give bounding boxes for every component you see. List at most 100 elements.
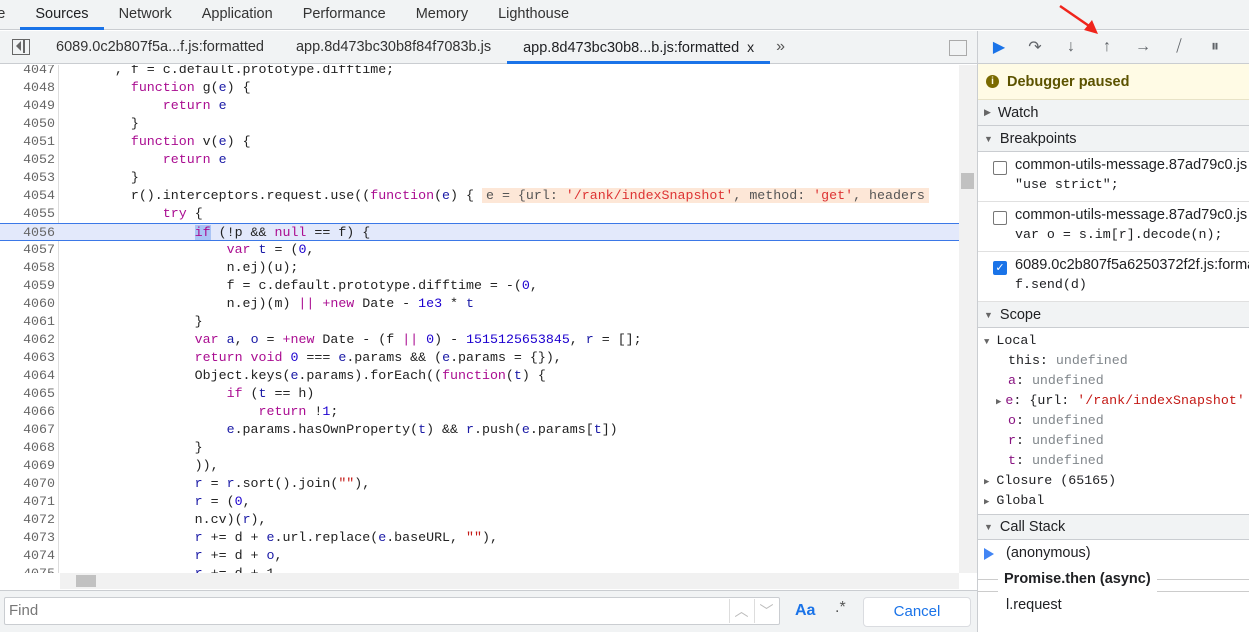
- line-number[interactable]: 4061: [0, 313, 55, 331]
- deactivate-breakpoints-icon[interactable]: ⧸: [1168, 38, 1190, 56]
- code-line[interactable]: 4069 )),: [0, 457, 959, 475]
- tab-memory[interactable]: Memory: [401, 0, 483, 30]
- tab-sources[interactable]: Sources: [20, 0, 104, 30]
- more-tabs-icon[interactable]: »: [770, 38, 791, 56]
- code-line[interactable]: 4068 }: [0, 439, 959, 457]
- call-frame[interactable]: l.request: [978, 592, 1249, 618]
- code-line[interactable]: 4062 var a, o = +new Date - (f || 0) - 1…: [0, 331, 959, 349]
- horizontal-scrollbar[interactable]: [60, 573, 959, 589]
- find-next-icon[interactable]: ﹀: [754, 599, 778, 623]
- tab-console[interactable]: ole: [0, 0, 20, 30]
- step-into-icon[interactable]: ↓: [1060, 38, 1082, 56]
- line-number[interactable]: 4062: [0, 331, 55, 349]
- code-line[interactable]: 4053 }: [0, 169, 959, 187]
- line-number[interactable]: 4075: [0, 565, 55, 573]
- line-number[interactable]: 4059: [0, 277, 55, 295]
- line-number[interactable]: 4058: [0, 259, 55, 277]
- code-line[interactable]: 4048 function g(e) {: [0, 79, 959, 97]
- line-number[interactable]: 4048: [0, 79, 55, 97]
- breakpoint-checkbox-checked[interactable]: ✓: [993, 261, 1007, 275]
- breakpoint-item[interactable]: common-utils-message.87ad79c0.js "use str…: [978, 152, 1249, 202]
- watch-section[interactable]: ▶ Watch: [978, 100, 1249, 126]
- code-line[interactable]: 4070 r = r.sort().join(""),: [0, 475, 959, 493]
- line-number[interactable]: 4057: [0, 241, 55, 259]
- regex-button[interactable]: .*: [835, 599, 846, 617]
- breakpoints-section[interactable]: ▼ Breakpoints: [978, 126, 1249, 152]
- line-number[interactable]: 4055: [0, 205, 55, 223]
- scope-variable[interactable]: this: undefined: [978, 351, 1249, 371]
- scroll-thumb[interactable]: [76, 575, 96, 587]
- scope-closure[interactable]: ▶ Closure (65165): [978, 471, 1249, 491]
- code-line[interactable]: 4071 r = (0,: [0, 493, 959, 511]
- step-icon[interactable]: →: [1132, 38, 1154, 56]
- code-line[interactable]: 4050 }: [0, 115, 959, 133]
- vertical-scrollbar[interactable]: [959, 65, 977, 573]
- line-number[interactable]: 4071: [0, 493, 55, 511]
- scope-global[interactable]: ▶ Global: [978, 491, 1249, 511]
- toggle-debugger-icon[interactable]: [949, 40, 967, 56]
- line-number[interactable]: 4070: [0, 475, 55, 493]
- line-number[interactable]: 4068: [0, 439, 55, 457]
- code-editor[interactable]: 4047 , f = c.default.prototype.difftime;…: [0, 65, 959, 573]
- line-number[interactable]: 4050: [0, 115, 55, 133]
- line-number[interactable]: 4072: [0, 511, 55, 529]
- scope-section[interactable]: ▼ Scope: [978, 302, 1249, 328]
- breakpoint-item[interactable]: ✓ 6089.0c2b807f5a6250372f2f.js:formatted f…: [978, 252, 1249, 302]
- code-line[interactable]: 4067 e.params.hasOwnProperty(t) && r.pus…: [0, 421, 959, 439]
- toggle-navigator-icon[interactable]: [12, 39, 30, 55]
- scope-variable[interactable]: o: undefined: [978, 411, 1249, 431]
- code-line[interactable]: 4064 Object.keys(e.params).forEach((func…: [0, 367, 959, 385]
- code-line[interactable]: 4075 r += d + 1: [0, 565, 959, 573]
- code-line[interactable]: 4065 if (t == h): [0, 385, 959, 403]
- cancel-button[interactable]: Cancel: [863, 597, 971, 627]
- find-previous-icon[interactable]: ︿: [729, 599, 753, 623]
- code-line[interactable]: 4049 return e: [0, 97, 959, 115]
- line-number[interactable]: 4073: [0, 529, 55, 547]
- line-number[interactable]: 4054: [0, 187, 55, 205]
- file-tab[interactable]: app.8d473bc30b8f84f7083b.js: [280, 31, 507, 64]
- line-number[interactable]: 4052: [0, 151, 55, 169]
- line-number[interactable]: 4064: [0, 367, 55, 385]
- code-line[interactable]: 4074 r += d + o,: [0, 547, 959, 565]
- line-number[interactable]: 4056: [0, 224, 55, 242]
- code-line[interactable]: 4047 , f = c.default.prototype.difftime;: [0, 65, 959, 79]
- code-line[interactable]: 4073 r += d + e.url.replace(e.baseURL, "…: [0, 529, 959, 547]
- scope-variable[interactable]: ▶ e: {url: '/rank/indexSnapshot': [978, 391, 1249, 411]
- code-line[interactable]: 4066 return !1;: [0, 403, 959, 421]
- match-case-button[interactable]: Aa: [795, 602, 815, 620]
- tab-lighthouse[interactable]: Lighthouse: [483, 0, 584, 30]
- tab-network[interactable]: Network: [104, 0, 187, 30]
- line-number[interactable]: 4053: [0, 169, 55, 187]
- code-line[interactable]: 4060 n.ej)(m) || +new Date - 1e3 * t: [0, 295, 959, 313]
- call-stack-section[interactable]: ▼ Call Stack: [978, 514, 1249, 540]
- pause-on-exceptions-icon[interactable]: ⏸: [1204, 38, 1226, 56]
- scope-variable[interactable]: r: undefined: [978, 431, 1249, 451]
- expand-icon[interactable]: ▶: [996, 397, 1001, 407]
- line-number[interactable]: 4060: [0, 295, 55, 313]
- close-icon[interactable]: x: [747, 39, 754, 55]
- line-number[interactable]: 4049: [0, 97, 55, 115]
- scroll-thumb[interactable]: [961, 173, 974, 189]
- breakpoint-checkbox[interactable]: [993, 161, 1007, 175]
- code-line[interactable]: 4057 var t = (0,: [0, 241, 959, 259]
- step-over-icon[interactable]: ↷: [1024, 37, 1046, 57]
- resume-icon[interactable]: ▶: [988, 37, 1010, 57]
- scope-variable[interactable]: t: undefined: [978, 451, 1249, 471]
- tab-performance[interactable]: Performance: [288, 0, 401, 30]
- scope-variable[interactable]: a: undefined: [978, 371, 1249, 391]
- call-frame-current[interactable]: (anonymous): [978, 540, 1249, 566]
- step-out-icon[interactable]: ↑: [1096, 38, 1118, 56]
- file-tab-active[interactable]: app.8d473bc30b8...b.js:formatted x: [507, 31, 771, 64]
- find-input[interactable]: Find ︿ ﹀: [4, 597, 780, 625]
- scope-local[interactable]: ▼ Local: [978, 331, 1249, 351]
- tab-application[interactable]: Application: [187, 0, 288, 30]
- line-number[interactable]: 4047: [0, 65, 55, 79]
- code-line[interactable]: 4072 n.cv)(r),: [0, 511, 959, 529]
- line-number[interactable]: 4067: [0, 421, 55, 439]
- code-line[interactable]: 4052 return e: [0, 151, 959, 169]
- code-line[interactable]: 4061 }: [0, 313, 959, 331]
- file-tab[interactable]: 6089.0c2b807f5a...f.js:formatted: [40, 31, 280, 64]
- code-line[interactable]: 4051 function v(e) {: [0, 133, 959, 151]
- line-number[interactable]: 4074: [0, 547, 55, 565]
- code-line[interactable]: 4058 n.ej)(u);: [0, 259, 959, 277]
